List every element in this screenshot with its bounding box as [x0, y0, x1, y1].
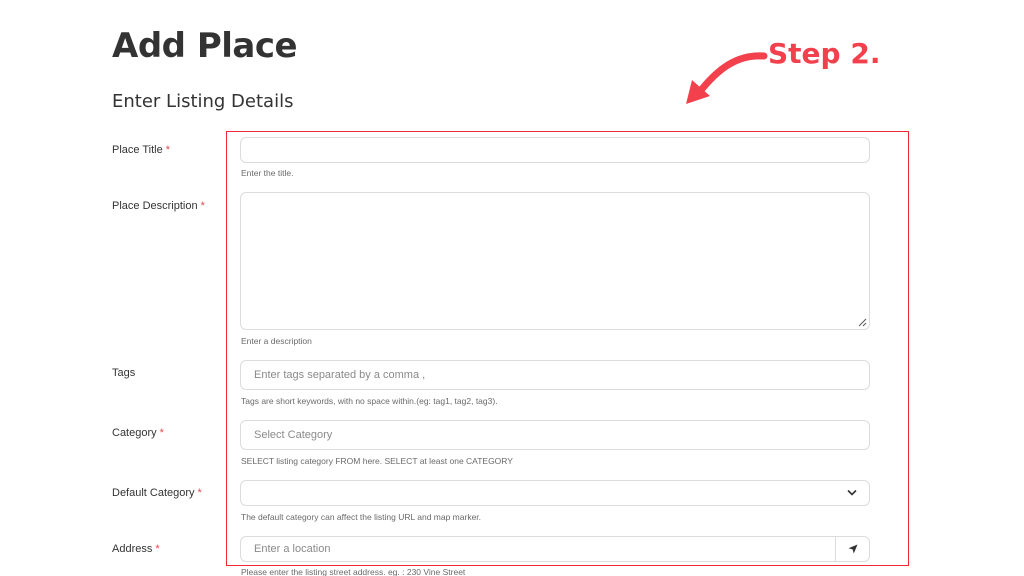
required-marker: *: [155, 543, 160, 555]
default-category-label: Default Category *: [112, 487, 202, 499]
place-title-label: Place Title *: [112, 144, 171, 156]
step-label: Step 2.: [768, 37, 881, 70]
required-marker: *: [200, 200, 205, 212]
place-description-textarea[interactable]: [240, 192, 870, 330]
resize-grip-icon[interactable]: [858, 318, 867, 327]
section-title: Enter Listing Details: [112, 91, 294, 112]
required-marker: *: [159, 427, 164, 439]
place-title-help: Enter the title.: [241, 168, 294, 178]
tags-label: Tags: [112, 367, 136, 379]
tags-help: Tags are short keywords, with no space w…: [241, 396, 498, 406]
default-category-help: The default category can affect the list…: [241, 512, 482, 522]
required-marker: *: [197, 487, 202, 499]
address-label: Address *: [112, 543, 160, 555]
default-category-select[interactable]: [240, 480, 870, 506]
location-arrow-icon: [848, 544, 857, 554]
locate-button[interactable]: [835, 537, 869, 561]
page-title: Add Place: [112, 26, 298, 66]
place-title-input[interactable]: [240, 137, 870, 163]
curved-arrow-icon: [686, 52, 768, 104]
category-help: SELECT listing category FROM here. SELEC…: [241, 456, 513, 466]
place-description-label: Place Description *: [112, 200, 205, 212]
address-input[interactable]: Enter a location: [240, 536, 870, 562]
category-label: Category *: [112, 427, 164, 439]
category-select[interactable]: Select Category: [240, 420, 870, 450]
required-marker: *: [165, 144, 171, 156]
tags-input[interactable]: Enter tags separated by a comma ,: [240, 360, 870, 390]
address-help: Please enter the listing street address.…: [241, 567, 466, 576]
place-description-help: Enter a description: [241, 336, 312, 346]
chevron-down-icon: [847, 489, 857, 496]
